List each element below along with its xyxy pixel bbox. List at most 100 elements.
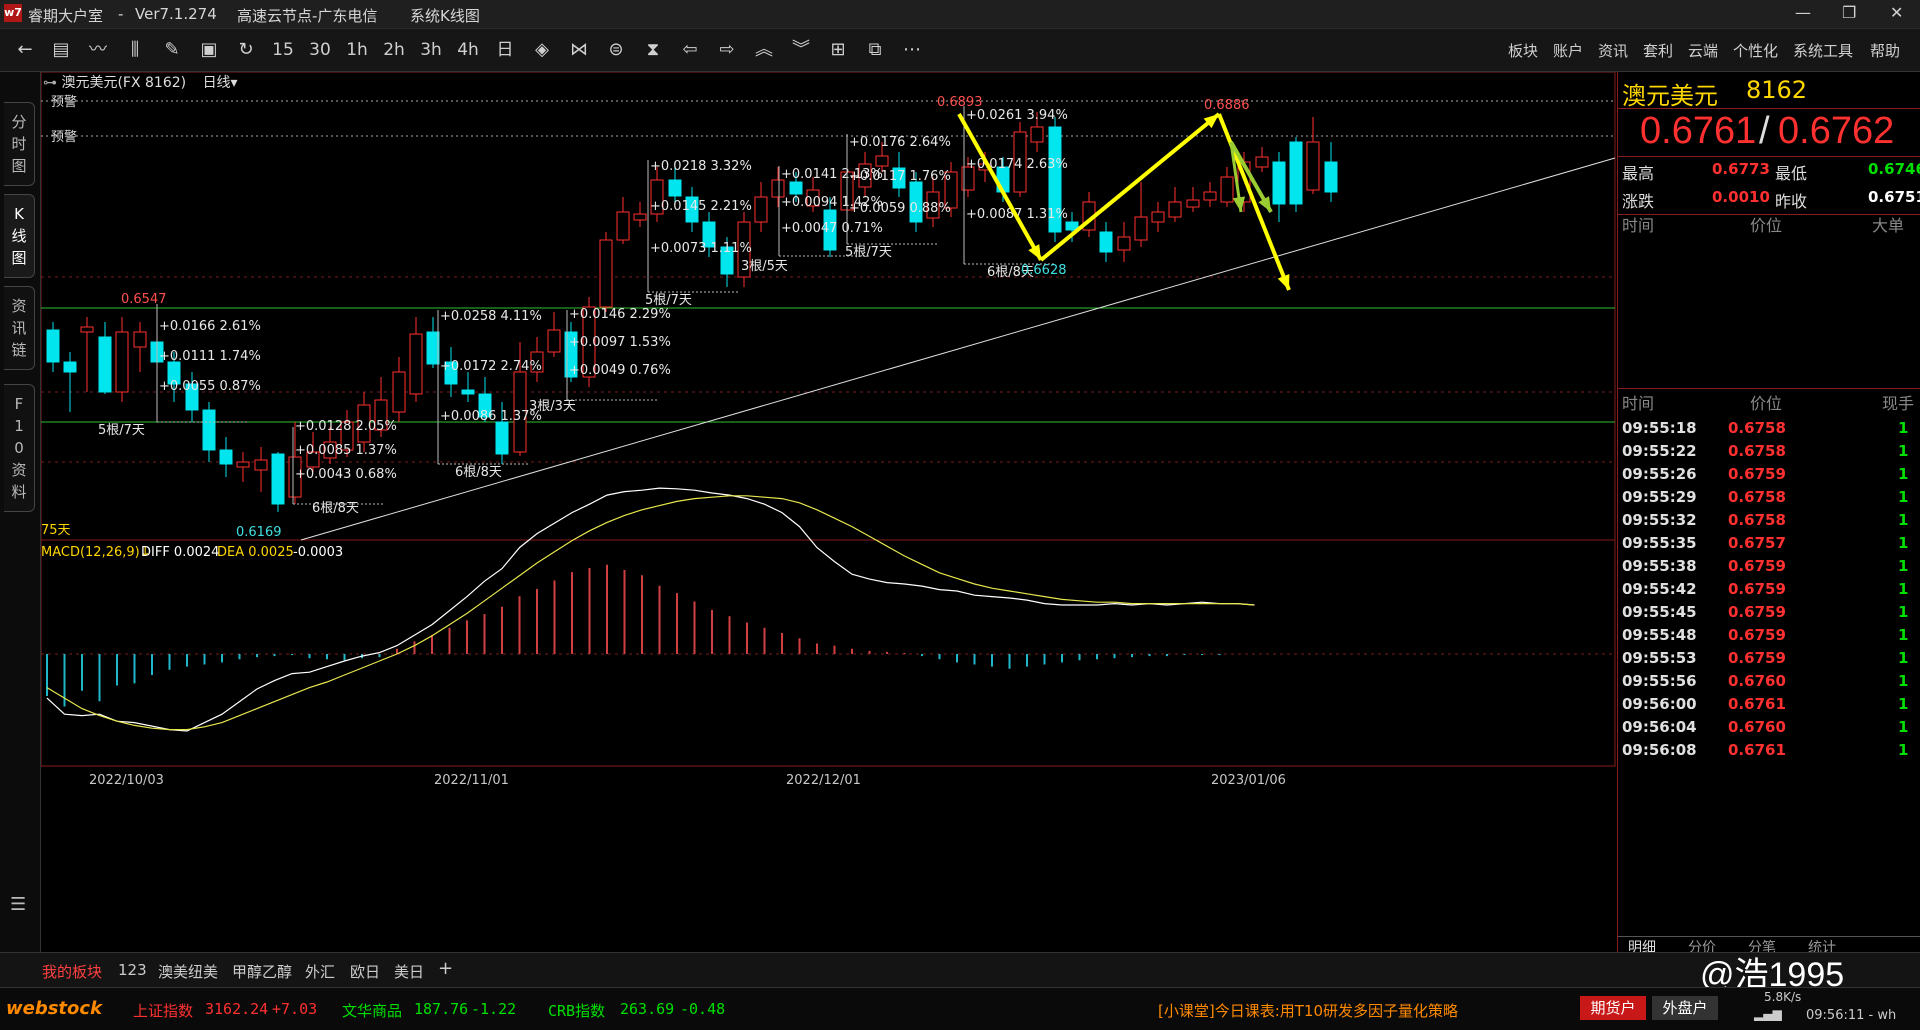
tick-time: 09:55:56 <box>1622 672 1697 690</box>
tick-price: 0.6759 <box>1728 465 1786 483</box>
period-15-button[interactable]: 15 <box>270 38 296 62</box>
menu-personalize[interactable]: 个性化 <box>1733 40 1778 61</box>
news-ticker[interactable]: [小课堂]今日课表:用T10研发多因子量化策略 <box>1158 1000 1458 1021</box>
chart-canvas: 预警预警+0.0166 2.61%+0.0111 1.74%+0.0055 0.… <box>41 72 1616 788</box>
change-label: 涨跌 <box>1622 192 1655 211</box>
tab-forex[interactable]: 外汇 <box>305 961 335 982</box>
tick-header-volume: 现手 <box>1882 394 1915 413</box>
menu-help[interactable]: 帮助 <box>1870 40 1900 61</box>
high-label: 最高 <box>1622 164 1655 183</box>
kline-icon[interactable]: ⫼ <box>122 38 148 62</box>
period-1h-button[interactable]: 1h <box>344 38 370 62</box>
trend-line <box>300 157 1616 541</box>
window-icon[interactable]: ⧉ <box>862 38 888 62</box>
refresh-icon[interactable]: ↻ <box>233 38 259 62</box>
maximize-button[interactable]: ❐ <box>1842 3 1856 22</box>
server-node: 高速云节点-广东电信 <box>237 7 378 25</box>
index1-change: +7.03 <box>272 1000 318 1018</box>
tab-methanol[interactable]: 甲醇乙醇 <box>232 961 292 982</box>
period-select[interactable]: 日线▾ <box>203 75 238 91</box>
tab-aud-nzd[interactable]: 澳美纽美 <box>158 961 218 982</box>
index1-value: 3162.24 <box>205 1000 269 1018</box>
compare-icon[interactable]: ◈ <box>529 38 555 62</box>
period-30-button[interactable]: 30 <box>307 38 333 62</box>
tick-volume: 1 <box>1898 649 1909 667</box>
candle-body <box>616 211 630 241</box>
menu-system-tools[interactable]: 系统工具 <box>1793 40 1853 61</box>
period-3h-button[interactable]: 3h <box>418 38 444 62</box>
line-chart-icon[interactable]: 〰 <box>85 38 111 62</box>
prev-icon[interactable]: ⇦ <box>677 38 703 62</box>
zoom-out-icon[interactable]: ⧗ <box>640 38 666 62</box>
period-2h-button[interactable]: 2h <box>381 38 407 62</box>
candle-body <box>547 329 561 353</box>
tick-time: 09:55:35 <box>1622 534 1697 552</box>
bar-count-label: 5根/7天 <box>845 245 892 260</box>
tab-usdjpy[interactable]: 美日 <box>394 961 424 982</box>
tab-my-sector[interactable]: 我的板块 <box>42 961 102 982</box>
candle-body <box>1255 156 1269 168</box>
next-icon[interactable]: ⇨ <box>714 38 740 62</box>
index2-name[interactable]: 文华商品 <box>342 1000 402 1021</box>
tab-123[interactable]: 123 <box>118 961 147 979</box>
tab-eurjpy[interactable]: 欧日 <box>350 961 380 982</box>
period-day-button[interactable]: 日 <box>492 38 518 62</box>
fib-level-label: +0.0166 2.61% <box>159 319 261 334</box>
high-marker-right: 0.6886 <box>1204 98 1250 113</box>
tick-time: 09:55:18 <box>1622 419 1697 437</box>
x-axis-date: 2023/01/06 <box>1211 773 1286 788</box>
fib-level-label: +0.0085 1.37% <box>295 443 397 458</box>
bar-count-label: 5根/7天 <box>645 293 692 308</box>
back-icon[interactable]: ← <box>12 38 38 62</box>
menu-sector[interactable]: 板块 <box>1508 40 1538 61</box>
tab-news-chain[interactable]: 资讯链 <box>4 286 35 370</box>
tab-f10[interactable]: F10资料 <box>4 384 35 512</box>
candle-body <box>1134 216 1148 241</box>
tick-list[interactable]: 09:55:18 0.6758 1 09:55:22 0.6758 1 09:55:26 0.… <box>1618 416 1920 936</box>
futures-account-button[interactable]: 期货户 <box>1580 996 1646 1020</box>
more-icon[interactable]: ⋯ <box>899 38 925 62</box>
quote-name: 澳元美元 <box>1622 82 1718 110</box>
foreign-account-button[interactable]: 外盘户 <box>1652 996 1718 1020</box>
add-tab-button[interactable]: + <box>438 958 453 979</box>
menu-cloud[interactable]: 云端 <box>1688 40 1718 61</box>
candle-body <box>633 213 647 221</box>
tick-time: 09:55:45 <box>1622 603 1697 621</box>
tab-kline[interactable]: K线图 <box>4 194 35 278</box>
close-button[interactable]: ✕ <box>1890 3 1903 22</box>
index1-name[interactable]: 上证指数 <box>133 1000 193 1021</box>
draw-icon[interactable]: ✎ <box>159 38 185 62</box>
list-icon[interactable]: ▤ <box>48 38 74 62</box>
index2-change: -1.22 <box>471 1000 517 1018</box>
tick-price: 0.6759 <box>1728 626 1786 644</box>
zoom-in-icon[interactable]: ⊜ <box>603 38 629 62</box>
tab-timeshare[interactable]: 分时图 <box>4 102 35 186</box>
tick-volume: 1 <box>1898 465 1909 483</box>
fib-level-label: +0.0146 2.29% <box>569 307 671 322</box>
menu-news[interactable]: 资讯 <box>1598 40 1628 61</box>
minimize-button[interactable]: — <box>1795 3 1811 22</box>
tick-time: 09:56:00 <box>1622 695 1697 713</box>
up-icon[interactable]: ︽ <box>751 38 777 62</box>
candle-body <box>46 329 60 363</box>
menu-lines-icon[interactable]: ☰ <box>10 894 26 915</box>
down-icon[interactable]: ︾ <box>788 38 814 62</box>
fib-level-label: +0.0218 3.32% <box>650 159 752 174</box>
fib-level-label: +0.0117 1.76% <box>849 169 951 184</box>
candle-body <box>98 336 112 393</box>
save-icon[interactable]: ▣ <box>196 38 222 62</box>
layout-icon[interactable]: ⊞ <box>825 38 851 62</box>
diff-line <box>46 487 1255 732</box>
index3-name[interactable]: CRB指数 <box>548 1000 605 1021</box>
menu-account[interactable]: 账户 <box>1553 40 1583 61</box>
bowtie-icon[interactable]: ⋈ <box>566 38 592 62</box>
menu-arbitrage[interactable]: 套利 <box>1643 40 1673 61</box>
macd-label: MACD(12,26,9)↓ <box>41 545 151 560</box>
x-axis-date: 2022/10/03 <box>89 773 164 788</box>
candle-body <box>115 331 129 393</box>
tick-volume: 1 <box>1898 741 1909 759</box>
kline-chart-area[interactable]: 预警 预警 +0.0166 2.61% +0.0111 1.74% +0.0055 0.… <box>41 72 1616 940</box>
period-4h-button[interactable]: 4h <box>455 38 481 62</box>
clock: 09:56:11 - wh <box>1806 1008 1897 1023</box>
candle-body <box>80 326 94 333</box>
